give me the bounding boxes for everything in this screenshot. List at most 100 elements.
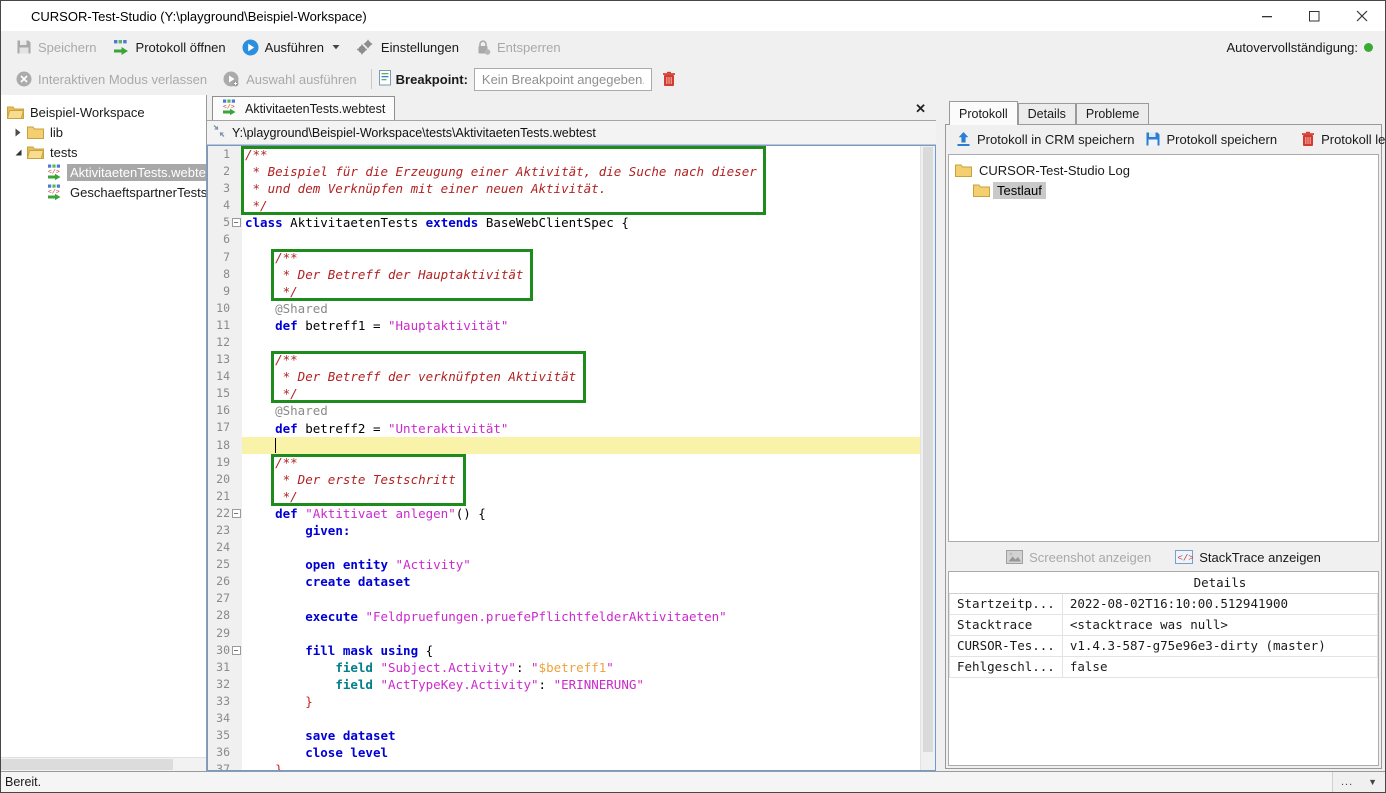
gutter: 24 — [208, 539, 242, 556]
gutter: 16 — [208, 402, 242, 419]
code-line-6[interactable]: 6 — [208, 231, 935, 248]
code-line-37[interactable]: 37 } — [208, 761, 935, 771]
code-line-36[interactable]: 36 close level — [208, 744, 935, 761]
fold-toggle-icon[interactable]: − — [232, 218, 241, 227]
close-tab-button[interactable]: ✕ — [915, 102, 926, 115]
tree-item-tests[interactable]: tests — [1, 142, 206, 162]
code-line-31[interactable]: 31 field "Subject.Activity": "$betreff1" — [208, 659, 935, 676]
code-line-33[interactable]: 33 } — [208, 693, 935, 710]
collapse-editor-icon[interactable] — [213, 125, 225, 140]
clear-breakpoint-button[interactable] — [662, 71, 676, 87]
code-line-18[interactable]: 18 — [208, 437, 935, 454]
fold-toggle-icon[interactable]: − — [232, 509, 241, 518]
expand-arrow-icon[interactable] — [9, 128, 27, 137]
tab-details[interactable]: Details — [1018, 103, 1076, 125]
details-row[interactable]: Startzeitp...2022-08-02T16:10:00.5129419… — [950, 593, 1378, 614]
code-line-2[interactable]: 2 * Beispiel für die Erzeugung einer Akt… — [208, 163, 935, 180]
code-line-1[interactable]: 1/** — [208, 146, 935, 163]
code-line-15[interactable]: 15 */ — [208, 385, 935, 402]
gutter: 27 — [208, 590, 242, 607]
code-text: /** — [242, 351, 935, 368]
details-row[interactable]: Stacktrace<stacktrace was null> — [950, 614, 1378, 635]
sidebar-horizontal-scrollbar[interactable] — [1, 757, 206, 771]
code-line-30[interactable]: 30− fill mask using { — [208, 642, 935, 659]
code-line-35[interactable]: 35 save dataset — [208, 727, 935, 744]
code-text — [242, 625, 935, 642]
stacktrace-anzeigen-button[interactable]: </>StackTrace anzeigen — [1168, 547, 1328, 568]
chevron-down-icon[interactable] — [332, 44, 340, 50]
code-line-29[interactable]: 29 — [208, 625, 935, 642]
auswahl-ausfuehren-button[interactable]: Auswahl ausführen — [216, 68, 364, 90]
tree-item-cursor-test-studio-log[interactable]: CURSOR-Test-Studio Log — [949, 160, 1378, 180]
speichern-button[interactable]: Speichern — [9, 36, 104, 58]
code-line-17[interactable]: 17 def betreff2 = "Unteraktivität" — [208, 420, 935, 437]
close-button[interactable] — [1338, 1, 1385, 31]
tree-item-aktivitaetentests-webtest[interactable]: </>AktivitaetenTests.webtest — [1, 162, 206, 182]
code-line-16[interactable]: 16 @Shared — [208, 402, 935, 419]
code-text: fill mask using { — [242, 642, 935, 659]
tree-item-lib[interactable]: lib — [1, 122, 206, 142]
code-line-4[interactable]: 4 */ — [208, 197, 935, 214]
scrollbar-thumb[interactable] — [923, 147, 933, 752]
code-line-28[interactable]: 28 execute "Feldpruefungen.pruefePflicht… — [208, 608, 935, 625]
screenshot-anzeigen-button[interactable]: Screenshot anzeigen — [999, 547, 1158, 568]
tree-item-testlauf[interactable]: Testlauf — [949, 180, 1378, 200]
code-line-25[interactable]: 25 open entity "Activity" — [208, 556, 935, 573]
code-line-8[interactable]: 8 * Der Betreff der Hauptaktivität — [208, 266, 935, 283]
protocol-open-icon — [113, 39, 130, 55]
minimize-button[interactable] — [1244, 1, 1291, 31]
line-number: 31 — [216, 659, 230, 676]
code-line-21[interactable]: 21 */ — [208, 488, 935, 505]
ausfuehren-button[interactable]: Ausführen — [235, 36, 347, 59]
code-line-34[interactable]: 34 — [208, 710, 935, 727]
einstellungen-button[interactable]: Einstellungen — [349, 36, 466, 58]
code-line-32[interactable]: 32 field "ActTypeKey.Activity": "ERINNER… — [208, 676, 935, 693]
status-expand-icon[interactable]: ▼ — [1368, 777, 1377, 787]
protokoll-in-crm-speichern-button[interactable]: Protokoll in CRM speichern — [951, 129, 1140, 150]
code-line-14[interactable]: 14 * Der Betreff der verknüfpten Aktivit… — [208, 368, 935, 385]
code-line-19[interactable]: 19 /** — [208, 454, 935, 471]
code-line-12[interactable]: 12 — [208, 334, 935, 351]
fold-toggle-icon[interactable]: − — [232, 646, 241, 655]
code-line-27[interactable]: 27 — [208, 590, 935, 607]
button-label: Auswahl ausführen — [246, 72, 357, 87]
code-line-7[interactable]: 7 /** — [208, 249, 935, 266]
code-line-11[interactable]: 11 def betreff1 = "Hauptaktivität" — [208, 317, 935, 334]
tab-protokoll[interactable]: Protokoll — [949, 101, 1018, 125]
editor-vertical-scrollbar[interactable] — [920, 146, 935, 770]
protokoll-leeren-button[interactable]: Protokoll leeren — [1296, 128, 1386, 150]
code-line-13[interactable]: 13 /** — [208, 351, 935, 368]
gutter: 37 — [208, 761, 242, 771]
interaktiven-modus-verlassen-button[interactable]: Interaktiven Modus verlassen — [9, 68, 214, 90]
code-line-3[interactable]: 3 * und dem Verknüpfen mit einer neuen A… — [208, 180, 935, 197]
line-number: 27 — [216, 590, 230, 607]
code-line-5[interactable]: 5−class AktivitaetenTests extends BaseWe… — [208, 214, 935, 231]
code-line-24[interactable]: 24 — [208, 539, 935, 556]
line-number: 2 — [223, 163, 230, 180]
tree-item-geschaeftspartnertests-we[interactable]: </>GeschaeftspartnerTests.we — [1, 182, 206, 202]
maximize-button[interactable] — [1291, 1, 1338, 31]
details-key: Startzeitp... — [950, 593, 1063, 614]
details-row[interactable]: CURSOR-Tes...v1.4.3-587-g75e96e3-dirty (… — [950, 635, 1378, 656]
code-editor[interactable]: 1/**2 * Beispiel für die Erzeugung einer… — [207, 145, 936, 771]
protokoll-speichern-button[interactable]: Protokoll speichern — [1140, 128, 1283, 150]
line-number: 18 — [216, 437, 230, 454]
tab-probleme[interactable]: Probleme — [1076, 103, 1150, 125]
collapse-arrow-icon[interactable] — [9, 148, 27, 157]
details-row[interactable]: Fehlgeschl...false — [950, 656, 1378, 677]
button-label: Einstellungen — [381, 40, 459, 55]
entsperren-button[interactable]: Entsperren — [468, 36, 568, 58]
code-line-22[interactable]: 22− def "Aktitivaet anlegen"() { — [208, 505, 935, 522]
breakpoint-input[interactable] — [474, 68, 652, 91]
code-line-23[interactable]: 23 given: — [208, 522, 935, 539]
scrollbar-thumb[interactable] — [1, 759, 173, 770]
line-number: 20 — [216, 471, 230, 488]
code-line-10[interactable]: 10 @Shared — [208, 300, 935, 317]
tree-item-beispiel-workspace[interactable]: Beispiel-Workspace — [1, 102, 206, 122]
protokoll-oeffnen-button[interactable]: Protokoll öffnen — [106, 36, 233, 58]
code-text: * Der erste Testschritt — [242, 471, 935, 488]
code-line-26[interactable]: 26 create dataset — [208, 573, 935, 590]
code-line-20[interactable]: 20 * Der erste Testschritt — [208, 471, 935, 488]
code-line-9[interactable]: 9 */ — [208, 283, 935, 300]
editor-tab[interactable]: </> AktivitaetenTests.webtest — [212, 96, 395, 120]
